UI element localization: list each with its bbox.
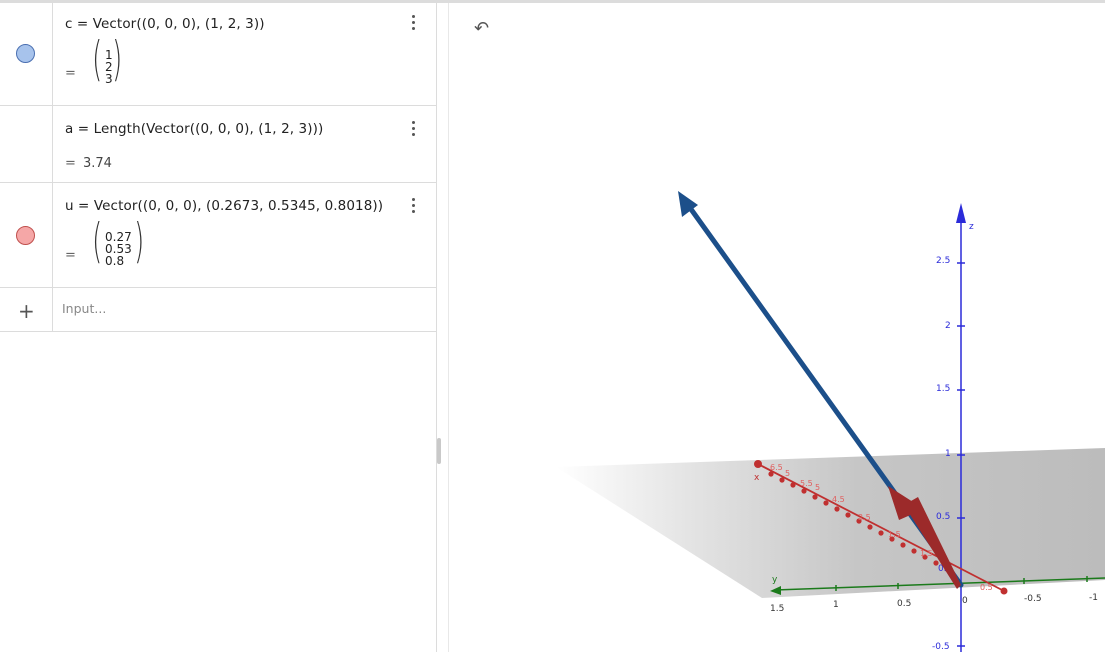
more-menu-icon[interactable] [408,196,420,216]
result-a: = 3.74 [65,156,112,171]
z-tick-label: -0.5 [932,642,950,652]
svg-text:1.5: 1.5 [920,549,933,558]
y-tick-label: 0.5 [897,599,911,609]
z-tick-label: 1.5 [936,384,950,394]
algebra-row-u[interactable]: u = Vector((0, 0, 0), (0.2673, 0.5345, 0… [0,182,436,288]
svg-text:1.5: 1.5 [888,530,901,539]
svg-text:6.5: 6.5 [770,463,783,472]
add-icon[interactable]: + [18,299,35,323]
svg-text:0.5: 0.5 [980,583,993,592]
y-tick-label: -0.5 [1024,594,1042,604]
z-tick-label: 2.5 [936,256,950,266]
z-axis-label: z [969,222,974,232]
svg-text:5: 5 [815,483,820,492]
x-axis-label: x [754,473,760,483]
graphics-3d-view[interactable]: y 1.5 1 0.5 0 -0.5 -1 z 2.5 2 1.5 1 0.5 … [450,3,1105,652]
result-eq-sign: = [65,248,76,263]
visibility-toggle-c[interactable] [16,44,35,63]
panel-divider[interactable] [436,3,449,652]
y-axis-label: y [772,575,778,585]
xy-plane [556,448,1105,598]
row-gutter [0,105,53,182]
visibility-toggle-u[interactable] [16,226,35,245]
z-tick-label: 2 [945,321,951,331]
algebra-row-a[interactable]: a = Length(Vector((0, 0, 0), (1, 2, 3)))… [0,105,436,183]
definition-c[interactable]: c = Vector((0, 0, 0), (1, 2, 3)) [65,16,265,32]
undo-icon[interactable]: ↶ [474,18,489,39]
svg-text:5.5: 5.5 [800,479,813,488]
definition-a[interactable]: a = Length(Vector((0, 0, 0), (1, 2, 3))) [65,121,323,137]
definition-u[interactable]: u = Vector((0, 0, 0), (0.2673, 0.5345, 0… [65,198,383,214]
y-tick-label: -1 [1089,593,1098,603]
svg-text:5: 5 [785,469,790,478]
more-menu-icon[interactable] [408,13,420,33]
z-tick-label: 0.5 [936,512,950,522]
row-gutter [0,3,53,105]
svg-text:4.5: 4.5 [832,495,845,504]
algebra-input[interactable]: Input... [62,301,106,316]
result-eq-sign: = [65,66,76,81]
algebra-row-c[interactable]: c = Vector((0, 0, 0), (1, 2, 3)) = ( 1 2… [0,3,436,106]
svg-text:2.5: 2.5 [858,513,871,522]
y-tick-label: 1.5 [770,604,784,614]
y-tick-label: 1 [833,600,839,610]
z-tick-label: 1 [945,449,951,459]
algebra-view: c = Vector((0, 0, 0), (1, 2, 3)) = ( 1 2… [0,3,436,652]
resize-handle[interactable] [437,438,441,464]
y-tick-label: 0 [962,596,968,606]
more-menu-icon[interactable] [408,119,420,139]
row-gutter [0,182,53,287]
